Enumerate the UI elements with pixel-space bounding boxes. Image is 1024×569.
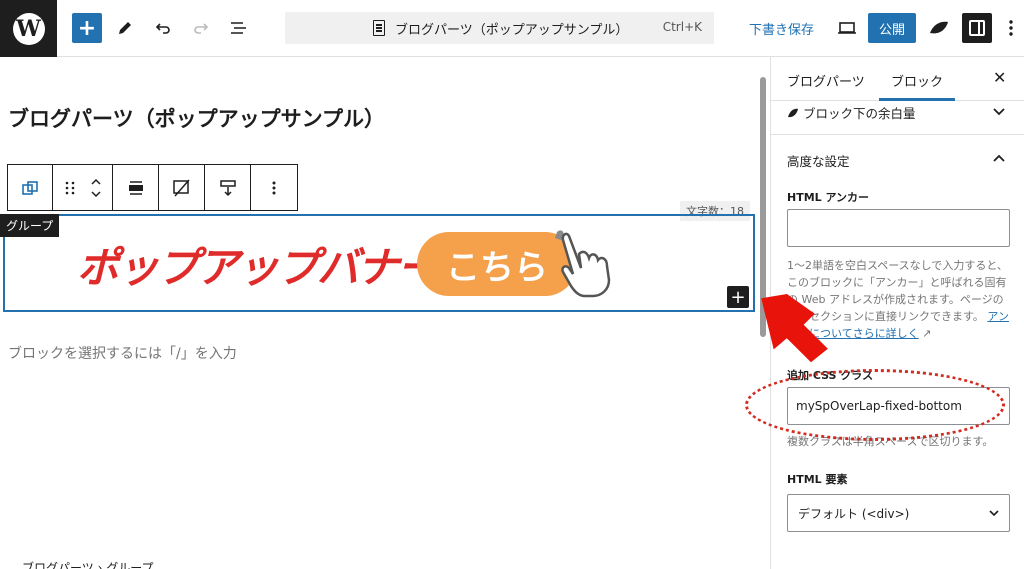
html-anchor-label: HTML アンカー: [787, 191, 870, 204]
spacing-panel[interactable]: ブロック下の余白量: [771, 101, 1024, 135]
publish-button[interactable]: 公開: [868, 13, 916, 43]
editor-canvas: ブログパーツ（ポップアップサンプル） 文字数：18 グループ ポップアップバナー…: [0, 57, 770, 569]
block-breadcrumb[interactable]: ブログパーツ › グループ: [22, 559, 153, 569]
sidebar-tabs: ブログパーツ ブロック ✕: [771, 57, 1024, 101]
settings-sidebar-toggle[interactable]: [962, 13, 992, 43]
more-vertical-icon: [261, 175, 287, 201]
document-icon: [373, 20, 385, 36]
group-block[interactable]: ポップアップバナー こちら +: [3, 214, 755, 312]
drag-handle-icon[interactable]: [57, 175, 83, 201]
height-button[interactable]: [205, 165, 251, 210]
redo-icon[interactable]: [186, 13, 216, 43]
block-inserter-toggle[interactable]: +: [72, 13, 102, 43]
html-element-label: HTML 要素: [787, 473, 848, 486]
block-mover: [53, 165, 113, 210]
advanced-panel-title[interactable]: 高度な設定: [787, 151, 850, 170]
tab-document[interactable]: ブログパーツ: [787, 71, 865, 90]
block-type-button[interactable]: [8, 165, 53, 210]
command-shortcut: Ctrl+K: [662, 20, 702, 34]
html-anchor-input[interactable]: [787, 209, 1010, 247]
move-up-down-icon[interactable]: [83, 175, 109, 201]
undo-icon[interactable]: [148, 13, 178, 43]
select-chevron-icon: [989, 510, 999, 516]
spacing-panel-label: ブロック下の余白量: [802, 106, 916, 121]
block-type-label: グループ: [0, 214, 60, 237]
align-button[interactable]: [113, 165, 159, 210]
close-icon[interactable]: ✕: [993, 68, 1006, 87]
annotation-highlight-ellipse: [745, 369, 1005, 441]
banner-text: ポップアップバナー: [77, 243, 439, 292]
document-title-bar[interactable]: ブログパーツ（ポップアップサンプル） Ctrl+K: [285, 12, 714, 44]
block-toolbar: [7, 164, 298, 211]
document-overview-icon[interactable]: [224, 13, 254, 43]
block-options-button[interactable]: [251, 165, 297, 210]
post-title[interactable]: ブログパーツ（ポップアップサンプル）: [8, 103, 385, 133]
chevron-down-icon: [993, 105, 1005, 120]
spacing-panel-title: ブロック下の余白量: [787, 103, 916, 122]
wordpress-icon: W: [12, 12, 45, 45]
chevron-up-icon[interactable]: [993, 151, 1005, 166]
html-element-value: デフォルト (<div>): [798, 506, 910, 521]
leaf-small-icon: [788, 108, 798, 118]
html-element-select[interactable]: デフォルト (<div>): [787, 494, 1010, 532]
editor-header: W + ブログパーツ（ポップアップサンプル） Ctrl+K 下書き保存 公開: [0, 0, 1024, 57]
plugin-leaf-icon[interactable]: [924, 13, 954, 43]
wordpress-logo-button[interactable]: W: [0, 0, 57, 57]
tools-pencil-icon[interactable]: [110, 13, 140, 43]
save-draft-button[interactable]: 下書き保存: [749, 19, 814, 38]
preview-desktop-icon[interactable]: [832, 13, 862, 43]
tab-block[interactable]: ブロック: [891, 71, 943, 90]
annotation-arrow-icon: [761, 294, 828, 363]
vertical-spacing-icon: [215, 175, 241, 201]
document-title: ブログパーツ（ポップアップサンプル）: [395, 23, 629, 38]
visibility-button[interactable]: [159, 165, 205, 210]
group-block-icon: [17, 175, 43, 201]
default-block-appender[interactable]: ブロックを選択するには「/」を入力: [8, 343, 237, 363]
pointing-hand-icon: [551, 228, 621, 300]
hide-block-icon: [169, 175, 195, 201]
align-wide-icon: [123, 175, 149, 201]
options-more-icon[interactable]: [996, 13, 1024, 43]
